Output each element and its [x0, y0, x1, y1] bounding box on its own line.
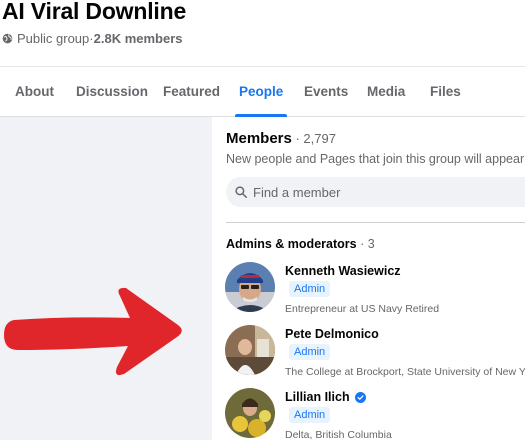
member-name[interactable]: Lillian Ilich [285, 390, 366, 404]
members-total: 2,797 [303, 131, 336, 146]
member-description: The College at Brockport, State Universi… [285, 366, 525, 378]
members-subtitle: New people and Pages that join this grou… [226, 152, 525, 166]
member-description: Delta, British Columbia [285, 429, 392, 440]
red-arrow-annotation [4, 287, 182, 376]
people-panel: Members · 2,797 New people and Pages tha… [212, 117, 525, 440]
list-item: Lillian Ilich Admin Delta, British Colum… [225, 388, 525, 440]
group-name[interactable]: AI Viral Downline [2, 0, 186, 25]
admins-count: 3 [367, 237, 375, 251]
admins-title: Admins & moderators [226, 237, 357, 251]
privacy-label[interactable]: Public group [17, 31, 89, 46]
member-description: Entrepreneur at US Navy Retired [285, 303, 440, 315]
members-separator: · [291, 131, 304, 146]
admins-heading: Admins & moderators · 3 [226, 237, 375, 251]
avatar[interactable] [225, 388, 275, 438]
search-icon [235, 186, 247, 198]
globe-icon [2, 33, 13, 44]
avatar[interactable] [225, 325, 275, 375]
member-name[interactable]: Pete Delmonico [285, 327, 379, 341]
tab-discussion[interactable]: Discussion [76, 67, 148, 117]
admin-badge: Admin [289, 344, 331, 360]
search-input[interactable] [253, 184, 513, 200]
member-name[interactable]: Kenneth Wasiewicz [285, 264, 401, 278]
tab-featured[interactable]: Featured [163, 67, 220, 117]
members-count[interactable]: 2.8K members [94, 31, 183, 46]
group-tab-bar: About Discussion Featured People Events … [0, 66, 525, 117]
member-search[interactable] [226, 177, 525, 207]
members-title: Members [226, 130, 292, 147]
admin-badge: Admin [289, 407, 331, 423]
tab-events[interactable]: Events [304, 67, 348, 117]
admins-separator: · [356, 237, 368, 251]
group-meta: Public group · 2.8K members [2, 31, 183, 46]
tab-media[interactable]: Media [367, 67, 405, 117]
admin-badge: Admin [289, 281, 331, 297]
tab-people[interactable]: People [234, 67, 288, 117]
tab-about[interactable]: About [15, 67, 54, 117]
list-item: Pete Delmonico Admin The College at Broc… [225, 325, 525, 381]
group-header: AI Viral Downline Public group · 2.8K me… [0, 0, 525, 66]
section-divider [226, 222, 525, 223]
tab-files[interactable]: Files [430, 67, 461, 117]
members-heading: Members · 2,797 [226, 130, 336, 147]
avatar[interactable] [225, 262, 275, 312]
member-name-text: Lillian Ilich [285, 390, 350, 404]
verified-badge-icon [354, 391, 366, 403]
list-item: Kenneth Wasiewicz Admin Entrepreneur at … [225, 262, 525, 318]
